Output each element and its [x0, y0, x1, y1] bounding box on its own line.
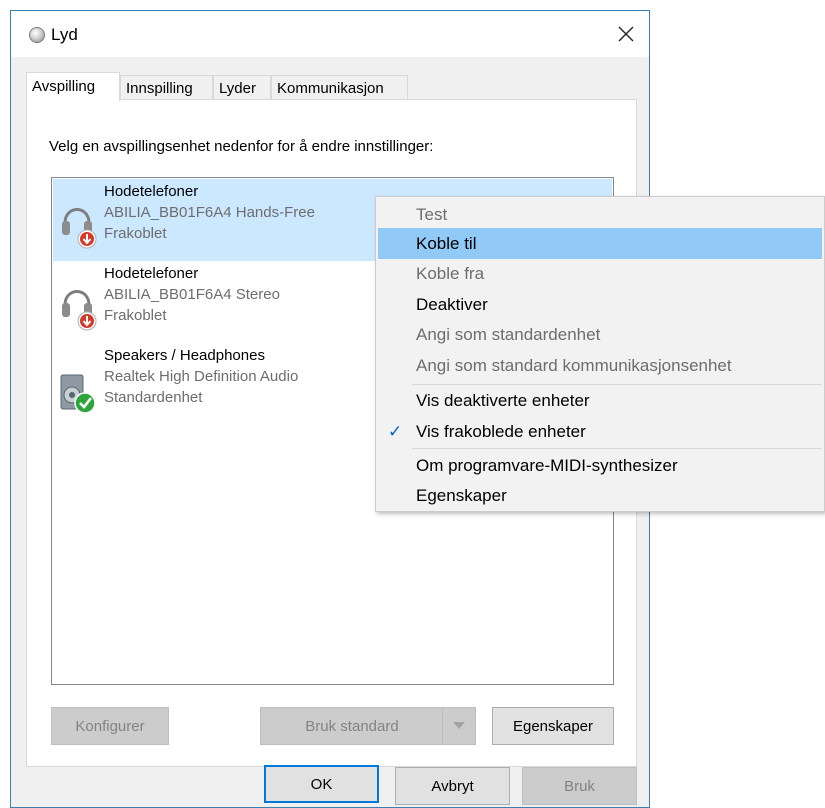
device-description: ABILIA_BB01F6A4 Stereo	[104, 286, 280, 303]
disconnected-badge-icon	[77, 311, 97, 331]
headphones-icon	[62, 208, 97, 249]
tab-communication[interactable]: Kommunikasjon	[271, 75, 408, 100]
checkmark-icon: ✓	[388, 422, 403, 441]
device-name: Speakers / Headphones	[104, 347, 265, 364]
tab-sounds[interactable]: Lyder	[213, 75, 271, 100]
menu-item-label: Vis frakoblede enheter	[416, 422, 586, 441]
menu-item-disable[interactable]: Deaktiver	[378, 289, 822, 320]
device-name: Hodetelefoner	[104, 265, 199, 282]
menu-item-properties[interactable]: Egenskaper	[378, 480, 822, 511]
ok-button[interactable]: OK	[264, 765, 379, 803]
menu-item-disconnect[interactable]: Koble fra	[378, 258, 822, 289]
properties-button[interactable]: Egenskaper	[492, 707, 614, 745]
title-bar: Lyd	[11, 11, 649, 57]
set-default-dropdown[interactable]	[442, 708, 475, 744]
menu-item-set-default[interactable]: Angi som standardenhet	[378, 319, 822, 350]
disconnected-badge-icon	[77, 229, 97, 249]
device-status: Standardenhet	[104, 389, 203, 406]
device-description: Realtek High Definition Audio	[104, 368, 299, 385]
set-default-label: Bruk standard	[305, 717, 399, 735]
device-name: Hodetelefoner	[104, 183, 199, 200]
cancel-button[interactable]: Avbryt	[395, 767, 510, 805]
speaker-icon	[60, 374, 96, 414]
menu-item-connect[interactable]: Koble til	[378, 228, 822, 259]
set-default-button[interactable]: Bruk standard	[260, 707, 476, 745]
default-check-badge-icon	[74, 392, 96, 414]
device-description: ABILIA_BB01F6A4 Hands-Free	[104, 204, 315, 221]
tab-recording[interactable]: Innspilling	[120, 75, 213, 100]
apply-button[interactable]: Bruk	[522, 767, 637, 805]
menu-item-show-disconnected[interactable]: ✓ Vis frakoblede enheter	[378, 416, 822, 447]
close-icon	[618, 26, 634, 42]
menu-item-test[interactable]: Test	[378, 199, 822, 230]
menu-item-set-default-communication[interactable]: Angi som standard kommunikasjonsenhet	[378, 350, 822, 381]
window-title: Lyd	[51, 25, 78, 44]
menu-item-midi-synth[interactable]: Om programvare-MIDI-synthesizer	[378, 450, 822, 481]
menu-item-show-disabled[interactable]: Vis deaktiverte enheter	[378, 385, 822, 416]
chevron-down-icon	[453, 722, 465, 729]
instruction-text: Velg en avspillingsenhet nedenfor for å …	[49, 138, 434, 155]
close-button[interactable]	[603, 11, 649, 57]
menu-separator	[412, 448, 822, 449]
device-status: Frakoblet	[104, 307, 167, 324]
speaker-app-icon	[29, 27, 45, 43]
device-status: Frakoblet	[104, 225, 167, 242]
configure-button[interactable]: Konfigurer	[51, 707, 169, 745]
tab-playback[interactable]: Avspilling	[26, 72, 120, 101]
headphones-icon	[62, 290, 97, 331]
context-menu: Test Koble til Koble fra Deaktiver Angi …	[375, 196, 825, 512]
